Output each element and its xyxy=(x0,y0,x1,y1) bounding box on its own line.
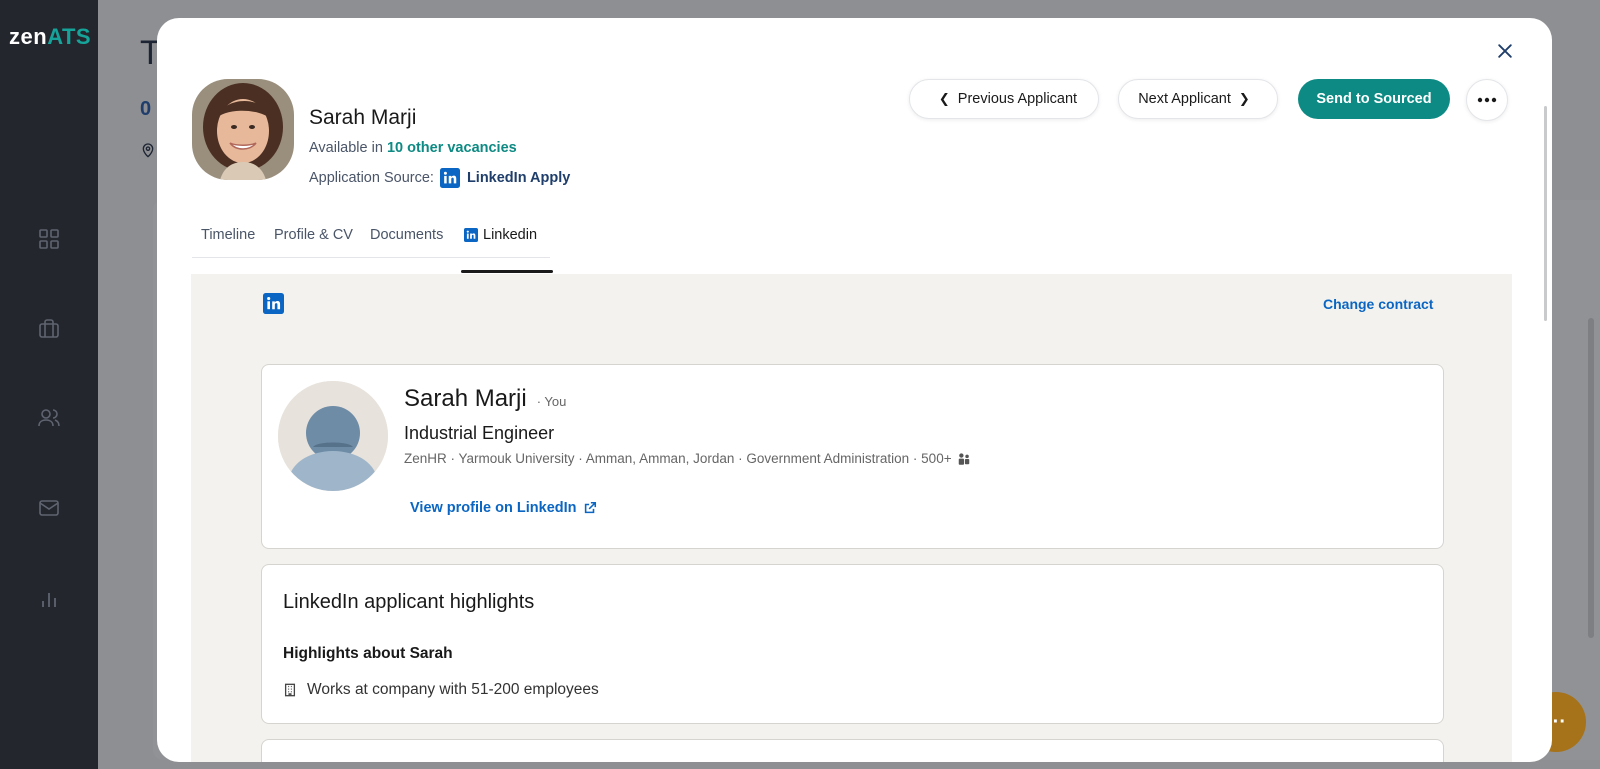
tab-documents[interactable]: Documents xyxy=(370,227,443,243)
view-profile-on-linkedin-link[interactable]: View profile on LinkedIn xyxy=(410,500,597,516)
modal-scrollbar[interactable] xyxy=(1544,106,1547,321)
linkedin-profile-card: Sarah Marji · You Industrial Engineer Ze… xyxy=(261,364,1444,549)
close-icon[interactable] xyxy=(1490,36,1520,66)
linkedin-headline: Industrial Engineer xyxy=(404,423,555,443)
users-icon[interactable] xyxy=(36,405,62,431)
application-source: Application Source: LinkedIn Apply xyxy=(309,168,571,188)
app-logo[interactable]: zenATS xyxy=(9,24,91,50)
active-tab-indicator xyxy=(461,270,553,273)
linkedin-meta: ZenHR · Yarmouk University · Amman, Amma… xyxy=(404,451,971,466)
linkedin-avatar-placeholder xyxy=(278,381,388,491)
tab-profile-cv[interactable]: Profile & CV xyxy=(274,227,353,243)
send-to-sourced-button[interactable]: Send to Sourced xyxy=(1298,79,1450,119)
location-pin-icon xyxy=(142,143,154,158)
briefcase-icon[interactable] xyxy=(36,316,62,342)
grid-icon[interactable] xyxy=(36,226,62,252)
applicant-name: Sarah Marji xyxy=(309,106,417,129)
sidebar: zenATS xyxy=(0,0,98,769)
linkedin-next-card xyxy=(261,739,1444,762)
tab-bar: Timeline Profile & CV Documents Linkedin xyxy=(192,222,550,258)
applicant-modal: Sarah Marji Available in 10 other vacanc… xyxy=(157,18,1552,762)
applicant-avatar xyxy=(192,79,294,180)
more-horizontal-icon[interactable] xyxy=(1466,79,1508,121)
chevron-left-icon: ❮ xyxy=(938,91,950,106)
linkedin-icon xyxy=(464,228,478,242)
bar-chart-icon[interactable] xyxy=(36,586,62,612)
page-scrollbar[interactable] xyxy=(1588,318,1594,638)
external-link-icon xyxy=(584,501,596,514)
availability-text: Available in 10 other vacancies xyxy=(309,140,517,156)
previous-applicant-button[interactable]: ❮ Previous Applicant xyxy=(909,79,1099,119)
source-linkedin-apply[interactable]: LinkedIn Apply xyxy=(467,170,570,186)
linkedin-highlights-card: LinkedIn applicant highlights Highlights… xyxy=(261,564,1444,724)
highlight-item: Works at company with 51-200 employees xyxy=(283,681,599,699)
other-vacancies-link[interactable]: 10 other vacancies xyxy=(387,140,517,156)
you-tag: · You xyxy=(536,394,567,409)
change-contract-link[interactable]: Change contract xyxy=(1323,296,1433,312)
mail-icon[interactable] xyxy=(36,495,62,521)
linkedin-logo-icon xyxy=(263,293,284,314)
linkedin-icon xyxy=(439,168,460,188)
highlights-subtitle: Highlights about Sarah xyxy=(283,645,453,662)
next-applicant-button[interactable]: Next Applicant ❯ xyxy=(1118,79,1278,119)
chevron-right-icon: ❯ xyxy=(1238,91,1250,106)
page-subtitle: 0 xyxy=(140,98,152,120)
building-icon xyxy=(284,683,296,697)
highlights-title: LinkedIn applicant highlights xyxy=(283,591,535,613)
linkedin-panel: Change contract Sarah Marji · You Indust… xyxy=(191,274,1512,762)
tab-linkedin[interactable]: Linkedin xyxy=(464,227,537,243)
tab-timeline[interactable]: Timeline xyxy=(201,227,255,243)
linkedin-name: Sarah Marji · You xyxy=(404,385,567,412)
connections-icon xyxy=(958,452,969,465)
